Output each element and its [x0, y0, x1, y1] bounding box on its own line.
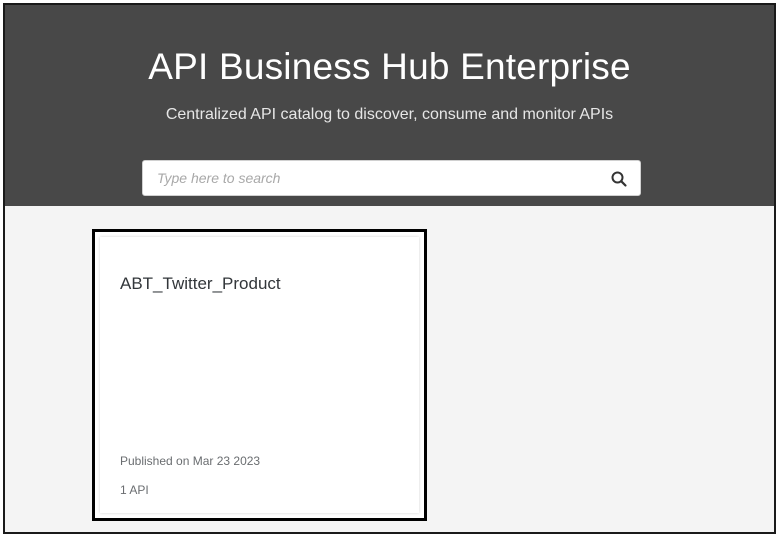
product-card[interactable]: ABT_Twitter_Product Published on Mar 23 … — [100, 237, 419, 513]
search-input[interactable] — [143, 161, 593, 195]
page-subtitle: Centralized API catalog to discover, con… — [165, 106, 614, 123]
product-api-count: 1 API — [120, 483, 149, 497]
app-frame: API Business Hub Enterprise Centralized … — [3, 3, 776, 534]
product-card-highlight: ABT_Twitter_Product Published on Mar 23 … — [92, 229, 427, 521]
search-bar — [142, 160, 641, 196]
product-title[interactable]: ABT_Twitter_Product — [120, 274, 281, 294]
page-title: API Business Hub Enterprise — [148, 46, 631, 87]
product-published-date: Published on Mar 23 2023 — [120, 454, 261, 468]
hero-banner: API Business Hub Enterprise Centralized … — [5, 5, 774, 206]
search-icon[interactable] — [610, 170, 628, 188]
